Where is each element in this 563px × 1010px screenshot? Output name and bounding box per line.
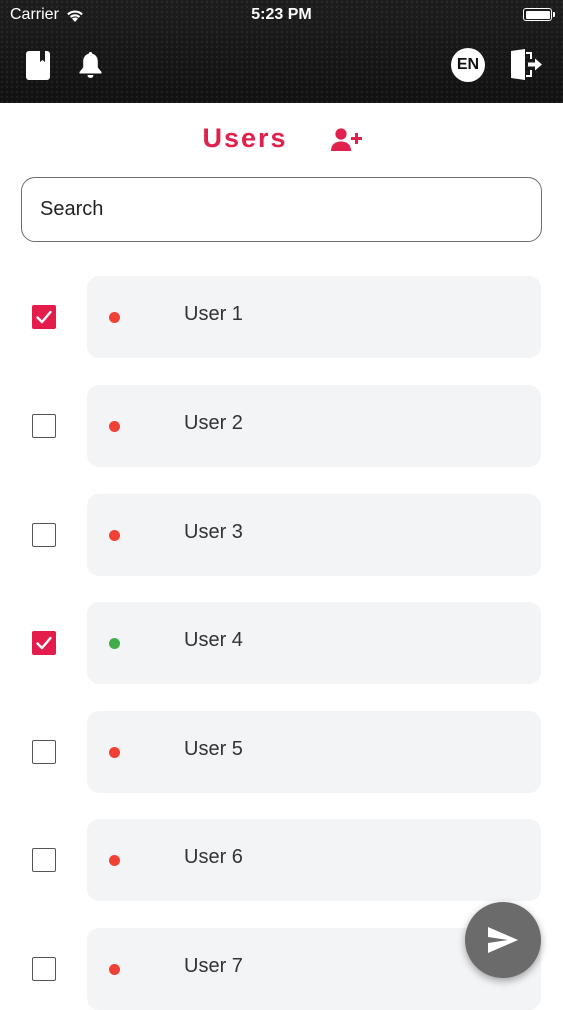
status-dot bbox=[109, 747, 120, 758]
user-card[interactable]: User 1 bbox=[87, 276, 541, 358]
search-input[interactable] bbox=[21, 177, 542, 242]
top-navigation-bar: Carrier 5:23 PM EN bbox=[0, 0, 563, 103]
page-title: Users bbox=[202, 123, 288, 153]
user-row: User 4 bbox=[0, 602, 563, 684]
user-row: User 3 bbox=[0, 494, 563, 576]
book-icon[interactable] bbox=[26, 51, 50, 80]
status-dot bbox=[109, 638, 120, 649]
user-checkbox[interactable] bbox=[32, 523, 56, 547]
status-dot bbox=[109, 964, 120, 975]
send-button[interactable] bbox=[465, 902, 541, 978]
user-name: User 2 bbox=[184, 412, 243, 434]
user-row: User 1 bbox=[0, 276, 563, 358]
status-time: 5:23 PM bbox=[251, 6, 312, 23]
user-card[interactable]: User 4 bbox=[87, 602, 541, 684]
user-name: User 3 bbox=[184, 521, 243, 543]
bell-icon[interactable] bbox=[79, 52, 102, 79]
user-checkbox[interactable] bbox=[32, 740, 56, 764]
user-name: User 7 bbox=[184, 955, 243, 977]
status-dot bbox=[109, 530, 120, 541]
user-row: User 5 bbox=[0, 711, 563, 793]
status-dot bbox=[109, 421, 120, 432]
battery-icon bbox=[523, 8, 555, 21]
status-dot bbox=[109, 312, 120, 323]
logout-icon[interactable] bbox=[511, 49, 543, 80]
user-card[interactable]: User 5 bbox=[87, 711, 541, 793]
user-name: User 1 bbox=[184, 303, 243, 325]
user-checkbox[interactable] bbox=[32, 848, 56, 872]
user-name: User 5 bbox=[184, 738, 243, 760]
user-checkbox[interactable] bbox=[32, 305, 56, 329]
send-icon bbox=[488, 927, 518, 953]
user-name: User 4 bbox=[184, 629, 243, 651]
user-checkbox[interactable] bbox=[32, 414, 56, 438]
user-card[interactable]: User 3 bbox=[87, 494, 541, 576]
status-dot bbox=[109, 855, 120, 866]
checkmark-icon bbox=[36, 310, 52, 324]
user-card[interactable]: User 6 bbox=[87, 819, 541, 901]
user-row: User 2 bbox=[0, 385, 563, 467]
user-row: User 6 bbox=[0, 819, 563, 901]
language-label: EN bbox=[456, 56, 480, 73]
checkmark-icon bbox=[36, 636, 52, 650]
language-switch-button[interactable]: EN bbox=[451, 48, 485, 82]
user-checkbox[interactable] bbox=[32, 631, 56, 655]
user-checkbox[interactable] bbox=[32, 957, 56, 981]
add-user-icon[interactable] bbox=[331, 128, 363, 152]
user-card[interactable]: User 2 bbox=[87, 385, 541, 467]
user-name: User 6 bbox=[184, 846, 243, 868]
